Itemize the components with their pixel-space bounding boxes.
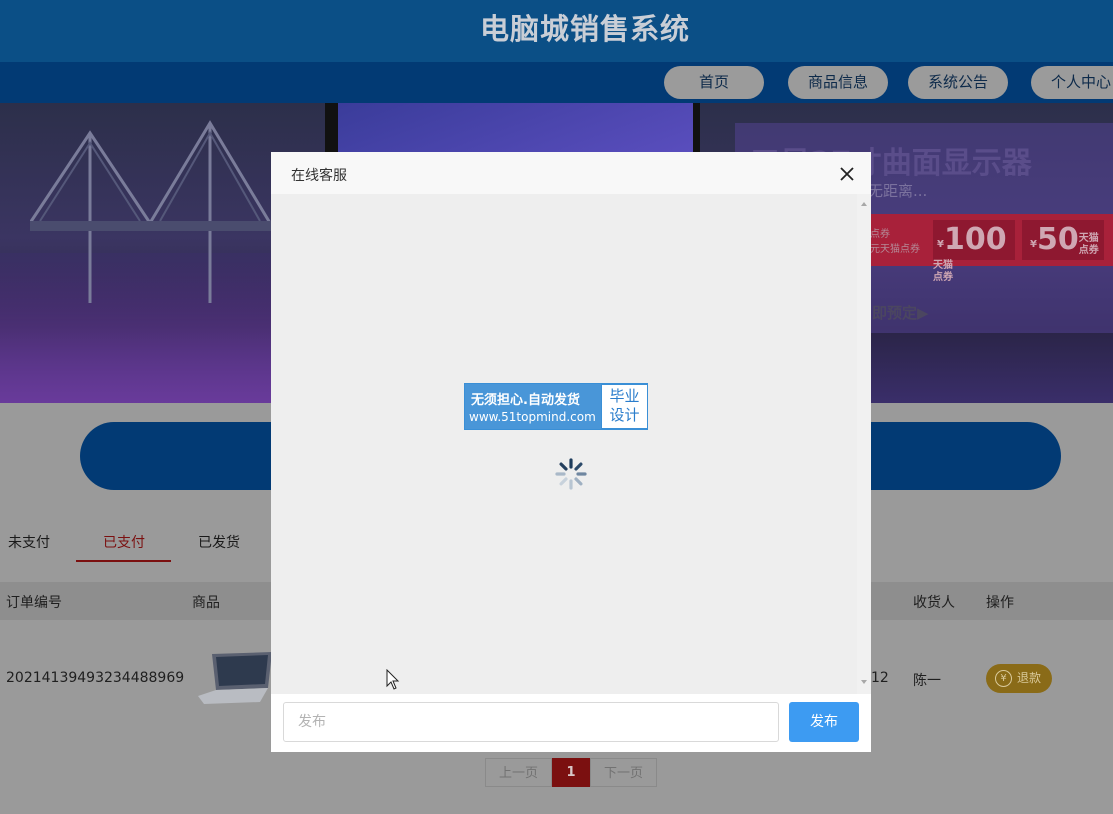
header-receiver: 收货人 [913, 595, 955, 611]
chat-scrollbar[interactable] [857, 194, 871, 694]
chat-area[interactable] [271, 194, 871, 694]
coupon-note: 点券 元天猫点券 [870, 227, 920, 257]
main-nav: 首页 商品信息 系统公告 个人中心 [0, 62, 1113, 103]
tab-paid[interactable]: 已支付 [103, 532, 145, 552]
current-page[interactable]: 1 [552, 758, 590, 787]
coupon-100-unit-b: 点券 [933, 272, 953, 283]
scroll-up-arrow-icon[interactable] [861, 202, 867, 206]
mouse-cursor-icon [386, 669, 400, 690]
yen-icon: ¥ [995, 670, 1012, 687]
coupon-100: ¥100 天猫 点券 [933, 220, 1015, 283]
scroll-down-arrow-icon[interactable] [861, 680, 867, 684]
coupon-note-line2: 元天猫点券 [870, 244, 920, 255]
logo-badge-line1: 毕业 [609, 387, 640, 405]
receiver-name: 陈一 [913, 673, 941, 689]
tab-shipped[interactable]: 已发货 [198, 532, 240, 552]
coupon-50-yen: ¥ [1030, 238, 1037, 250]
message-input[interactable] [283, 702, 779, 742]
coupon-100-unit-a: 天猫 [933, 260, 953, 271]
loading-spinner-icon [555, 458, 587, 490]
nav-announcements[interactable]: 系统公告 [908, 66, 1008, 99]
logo-url: www.51topmind.com [469, 410, 596, 424]
dialog-title: 在线客服 [291, 168, 347, 184]
preorder-link[interactable]: 即预定▶ [872, 302, 929, 323]
coupon-50: ¥50天猫 点券 [1022, 220, 1104, 260]
site-title: 电脑城销售系统 [479, 12, 690, 46]
logo-slogan: 无须担心.自动发货 [471, 393, 580, 408]
order-number: 20214139493234488969 [6, 670, 185, 686]
logo-left-panel: 无须担心.自动发货 www.51topmind.com [465, 384, 601, 429]
send-button[interactable]: 发布 [789, 702, 859, 742]
nav-home[interactable]: 首页 [664, 66, 764, 99]
coupon-100-yen: ¥ [937, 238, 944, 250]
ad-subline: 无距离... [868, 182, 928, 200]
next-page-button[interactable]: 下一页 [590, 758, 657, 787]
coupon-50-unit-b: 点券 [1078, 244, 1099, 256]
close-icon[interactable] [837, 164, 857, 184]
site-header: 电脑城销售系统 [0, 0, 1113, 62]
amount-tail: 12 [871, 670, 889, 686]
brand-logo: 无须担心.自动发货 www.51topmind.com 毕业 设计 [464, 383, 648, 430]
header-product: 商品 [192, 595, 220, 611]
logo-badge-line2: 设计 [609, 406, 640, 424]
coupon-50-value: 50 [1036, 222, 1079, 257]
tab-unpaid[interactable]: 未支付 [8, 532, 50, 552]
customer-service-dialog: 在线客服 无须担心.自动发货 www.51topmind.com 毕业 设计 发… [271, 152, 871, 752]
active-tab-indicator [76, 560, 171, 562]
dialog-header: 在线客服 [271, 152, 871, 194]
header-order-no: 订单编号 [6, 595, 62, 611]
logo-badge: 毕业 设计 [602, 385, 647, 428]
refund-button[interactable]: ¥ 退款 [986, 664, 1052, 693]
coupon-50-unit: 天猫 点券 [1079, 233, 1099, 257]
coupon-100-unit: 天猫 点券 [933, 260, 953, 284]
prev-page-button[interactable]: 上一页 [485, 758, 552, 787]
coupon-note-line1: 点券 [870, 229, 890, 240]
refund-label: 退款 [1017, 671, 1042, 685]
nav-products[interactable]: 商品信息 [788, 66, 888, 99]
nav-profile[interactable]: 个人中心 [1031, 66, 1113, 99]
header-action: 操作 [986, 595, 1014, 611]
coupon-50-unit-a: 天猫 [1078, 232, 1099, 244]
product-image[interactable] [198, 650, 273, 705]
coupon-100-value: 100 [943, 222, 1007, 257]
